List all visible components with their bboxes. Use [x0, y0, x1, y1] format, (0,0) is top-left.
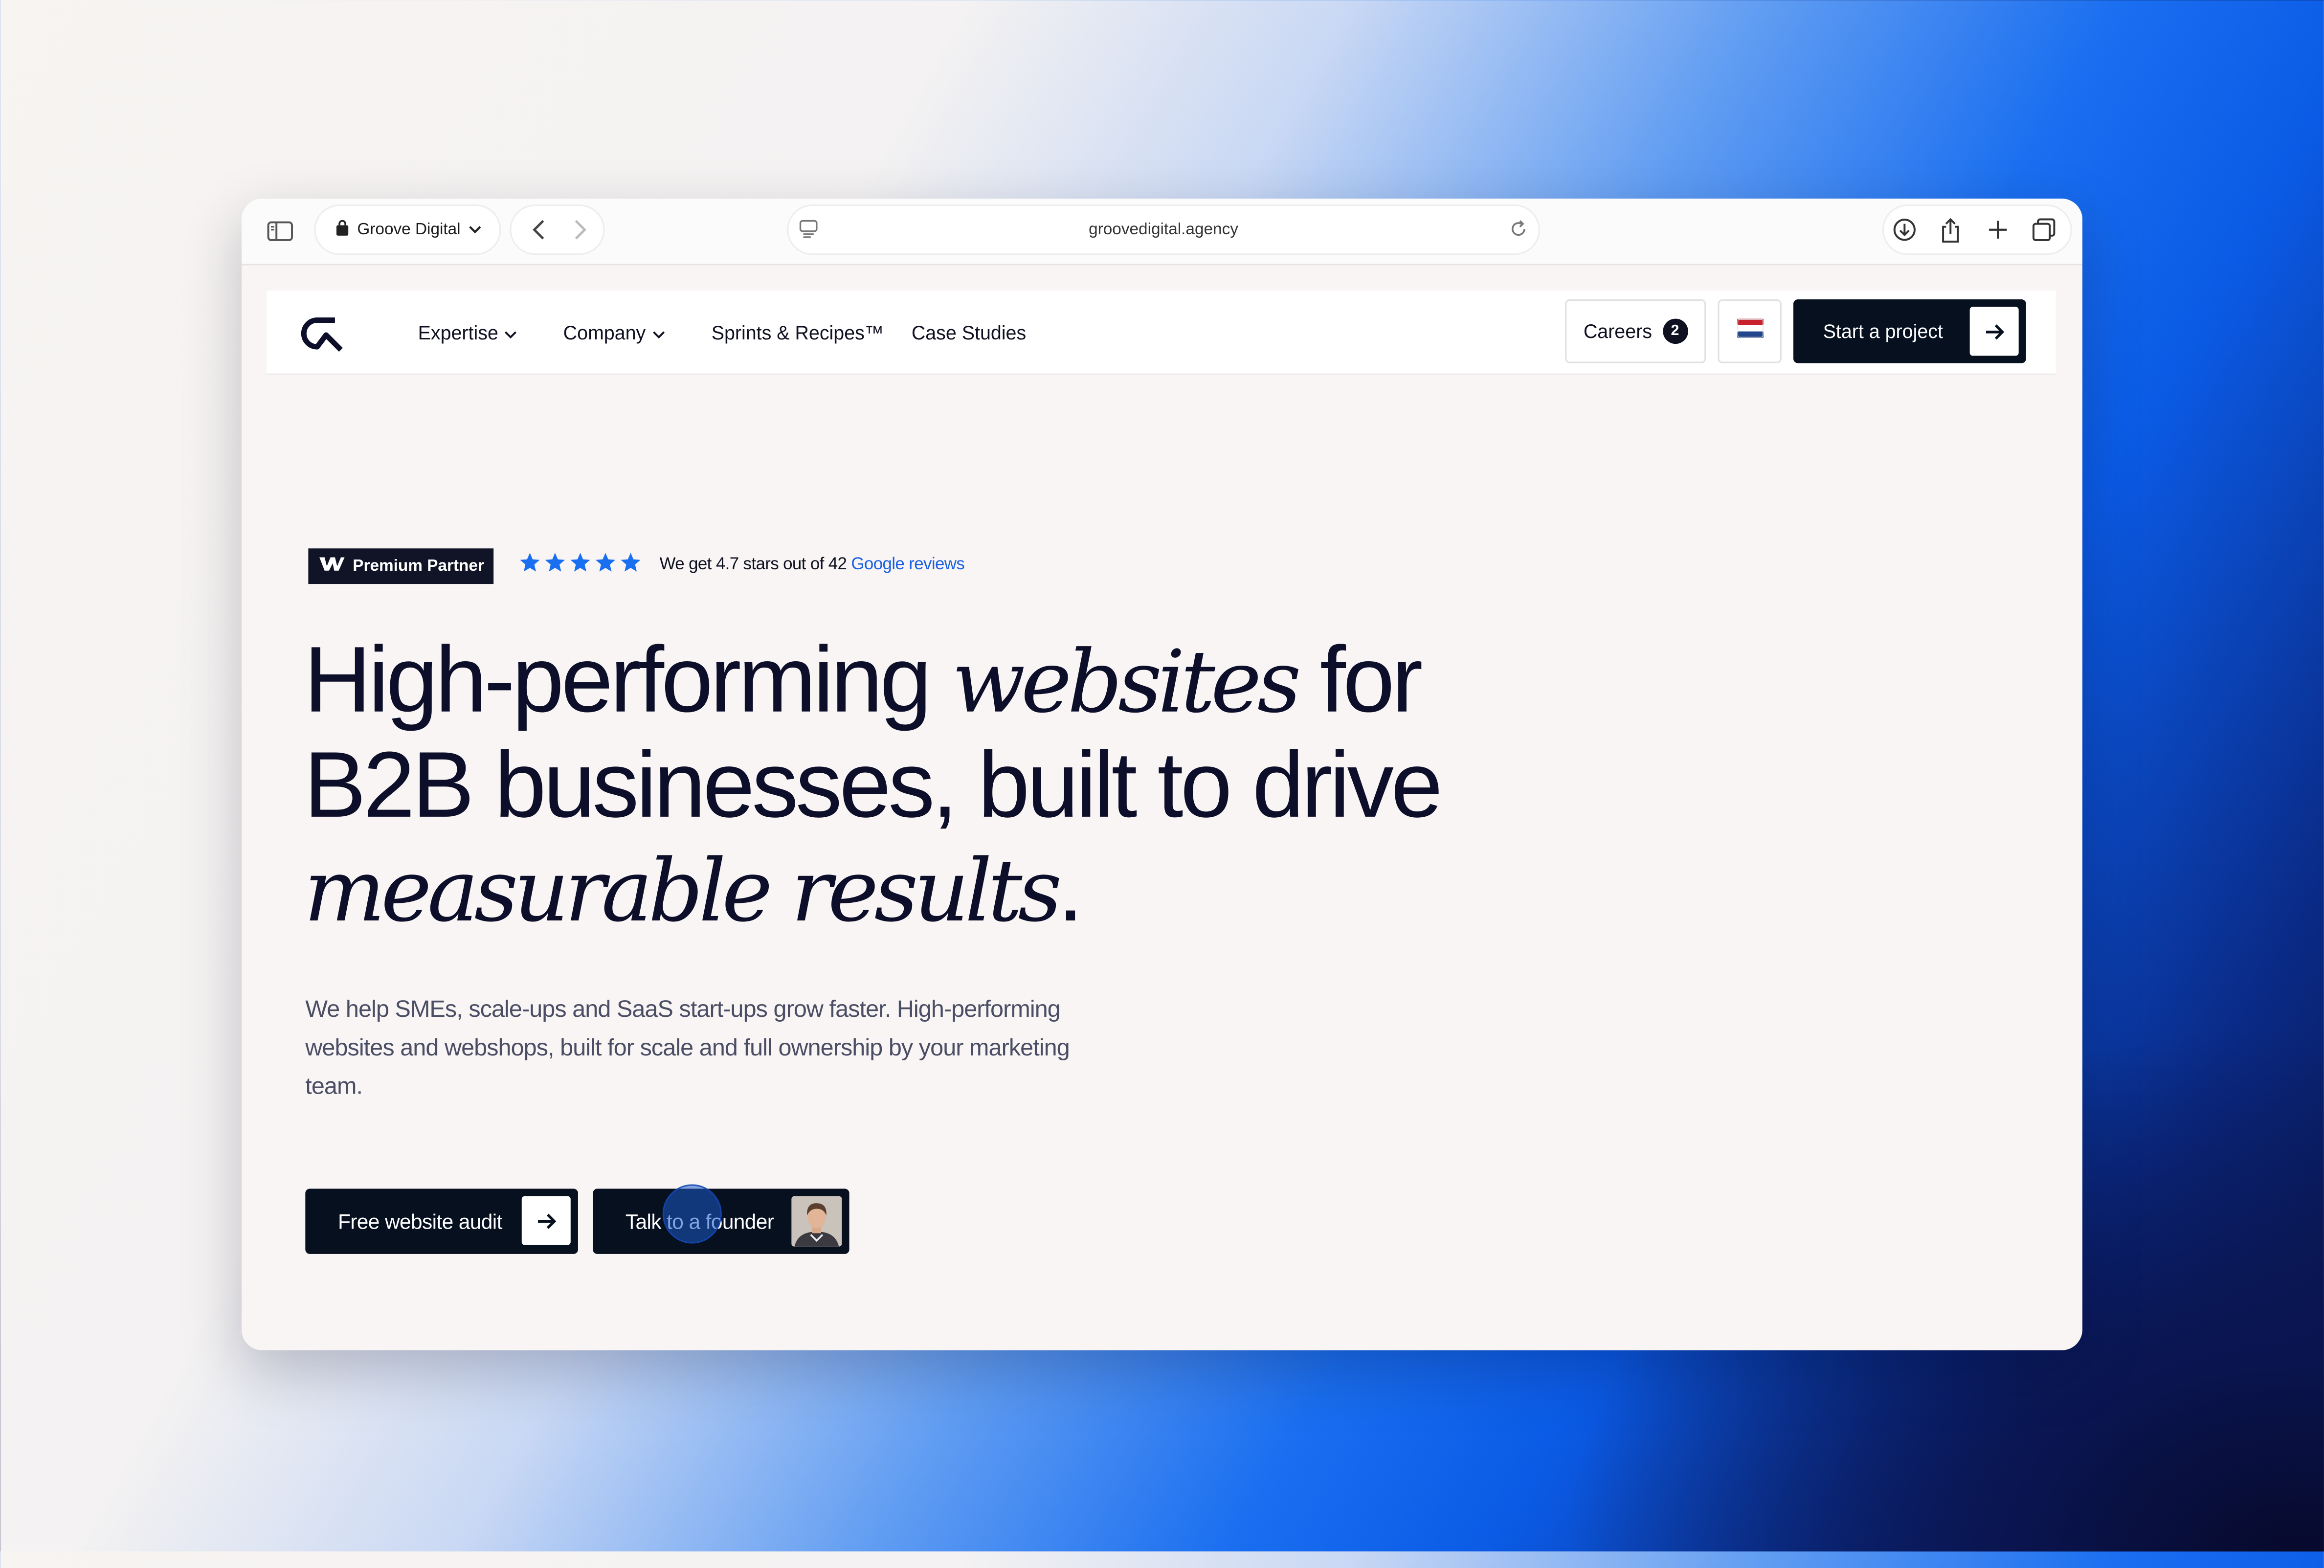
star-icon — [570, 553, 590, 572]
chevron-down-icon — [504, 321, 517, 343]
reader-icon[interactable] — [799, 220, 818, 243]
careers-label: Careers — [1583, 320, 1652, 343]
tab-group-selector[interactable]: Groove Digital — [315, 206, 500, 254]
tabs-icon[interactable] — [2029, 215, 2059, 245]
sidebar-icon[interactable] — [265, 216, 295, 246]
browser-toolbar: Groove Digital groovedigital.agency — [241, 199, 2082, 266]
arrow-right-icon — [521, 1196, 571, 1245]
screenshot: Groove Digital groovedigital.agency Expe… — [0, 0, 2324, 1568]
headline-part3: . — [1057, 837, 1084, 941]
hero-subtext: We help SMEs, scale-ups and SaaS start-u… — [305, 997, 1070, 1100]
nav-expertise[interactable]: Expertise — [418, 291, 518, 374]
chevron-down-icon — [651, 321, 665, 343]
webflow-icon — [319, 556, 346, 576]
nav-case-studies[interactable]: Case Studies — [912, 291, 1026, 374]
headline-italic-results: measurable results — [304, 840, 1062, 941]
google-reviews-link[interactable]: Google reviews — [851, 556, 964, 573]
browser-actions — [1883, 206, 2071, 254]
browser-window: Groove Digital groovedigital.agency Expe… — [241, 199, 2082, 1350]
nav-company-label: Company — [563, 321, 646, 343]
address-bar[interactable]: groovedigital.agency — [788, 206, 1539, 254]
chevron-down-icon — [468, 221, 481, 239]
star-icon — [595, 553, 616, 572]
rating-summary: We get 4.7 stars out of 42 Google review… — [660, 556, 965, 573]
star-icon — [520, 553, 540, 572]
headline-part1: High-performing — [304, 628, 952, 733]
rating-stars — [519, 551, 642, 573]
talk-founder-label: Talk to a founder — [625, 1209, 774, 1233]
back-icon[interactable] — [523, 215, 553, 245]
logo-icon[interactable] — [296, 311, 347, 353]
language-switcher[interactable] — [1718, 299, 1782, 363]
plus-icon[interactable] — [1983, 215, 2013, 245]
tab-title: Groove Digital — [357, 221, 461, 239]
nav-company[interactable]: Company — [563, 291, 665, 374]
star-icon — [621, 553, 641, 572]
premium-partner-badge: Premium Partner — [308, 548, 494, 584]
nav-expertise-label: Expertise — [418, 321, 498, 343]
careers-button[interactable]: Careers 2 — [1565, 299, 1706, 363]
free-website-audit-button[interactable]: Free website audit — [305, 1188, 578, 1254]
nav-sprints-recipes[interactable]: Sprints & Recipes™ — [712, 291, 884, 374]
start-project-label: Start a project — [1823, 320, 1943, 343]
lock-icon — [335, 220, 350, 240]
avatar — [791, 1196, 842, 1247]
history-nav — [511, 206, 603, 254]
forward-icon[interactable] — [565, 215, 595, 245]
nav-sprints-label: Sprints & Recipes™ — [711, 321, 884, 343]
site-header: Expertise Company Sprints & Recipes™ Cas… — [267, 290, 2056, 375]
share-icon[interactable] — [1936, 215, 1966, 245]
flag-nl-icon — [1736, 318, 1763, 345]
free-audit-label: Free website audit — [337, 1209, 502, 1233]
url-text: groovedigital.agency — [1089, 221, 1238, 239]
headline-italic-websites: websites — [952, 631, 1301, 733]
careers-count-badge: 2 — [1662, 318, 1688, 344]
partner-badge-label: Premium Partner — [353, 557, 484, 575]
download-icon[interactable] — [1890, 215, 1920, 245]
star-icon — [545, 553, 565, 572]
rating-text: We get 4.7 stars out of 42 — [659, 556, 847, 574]
reload-icon[interactable] — [1509, 220, 1528, 243]
talk-to-founder-button[interactable]: Talk to a founder — [593, 1188, 849, 1254]
nav-case-studies-label: Case Studies — [911, 321, 1027, 343]
hero-headline: High-performing websites for B2B busines… — [304, 628, 1608, 942]
start-project-button[interactable]: Start a project — [1793, 299, 2026, 363]
arrow-right-icon — [1969, 307, 2019, 356]
